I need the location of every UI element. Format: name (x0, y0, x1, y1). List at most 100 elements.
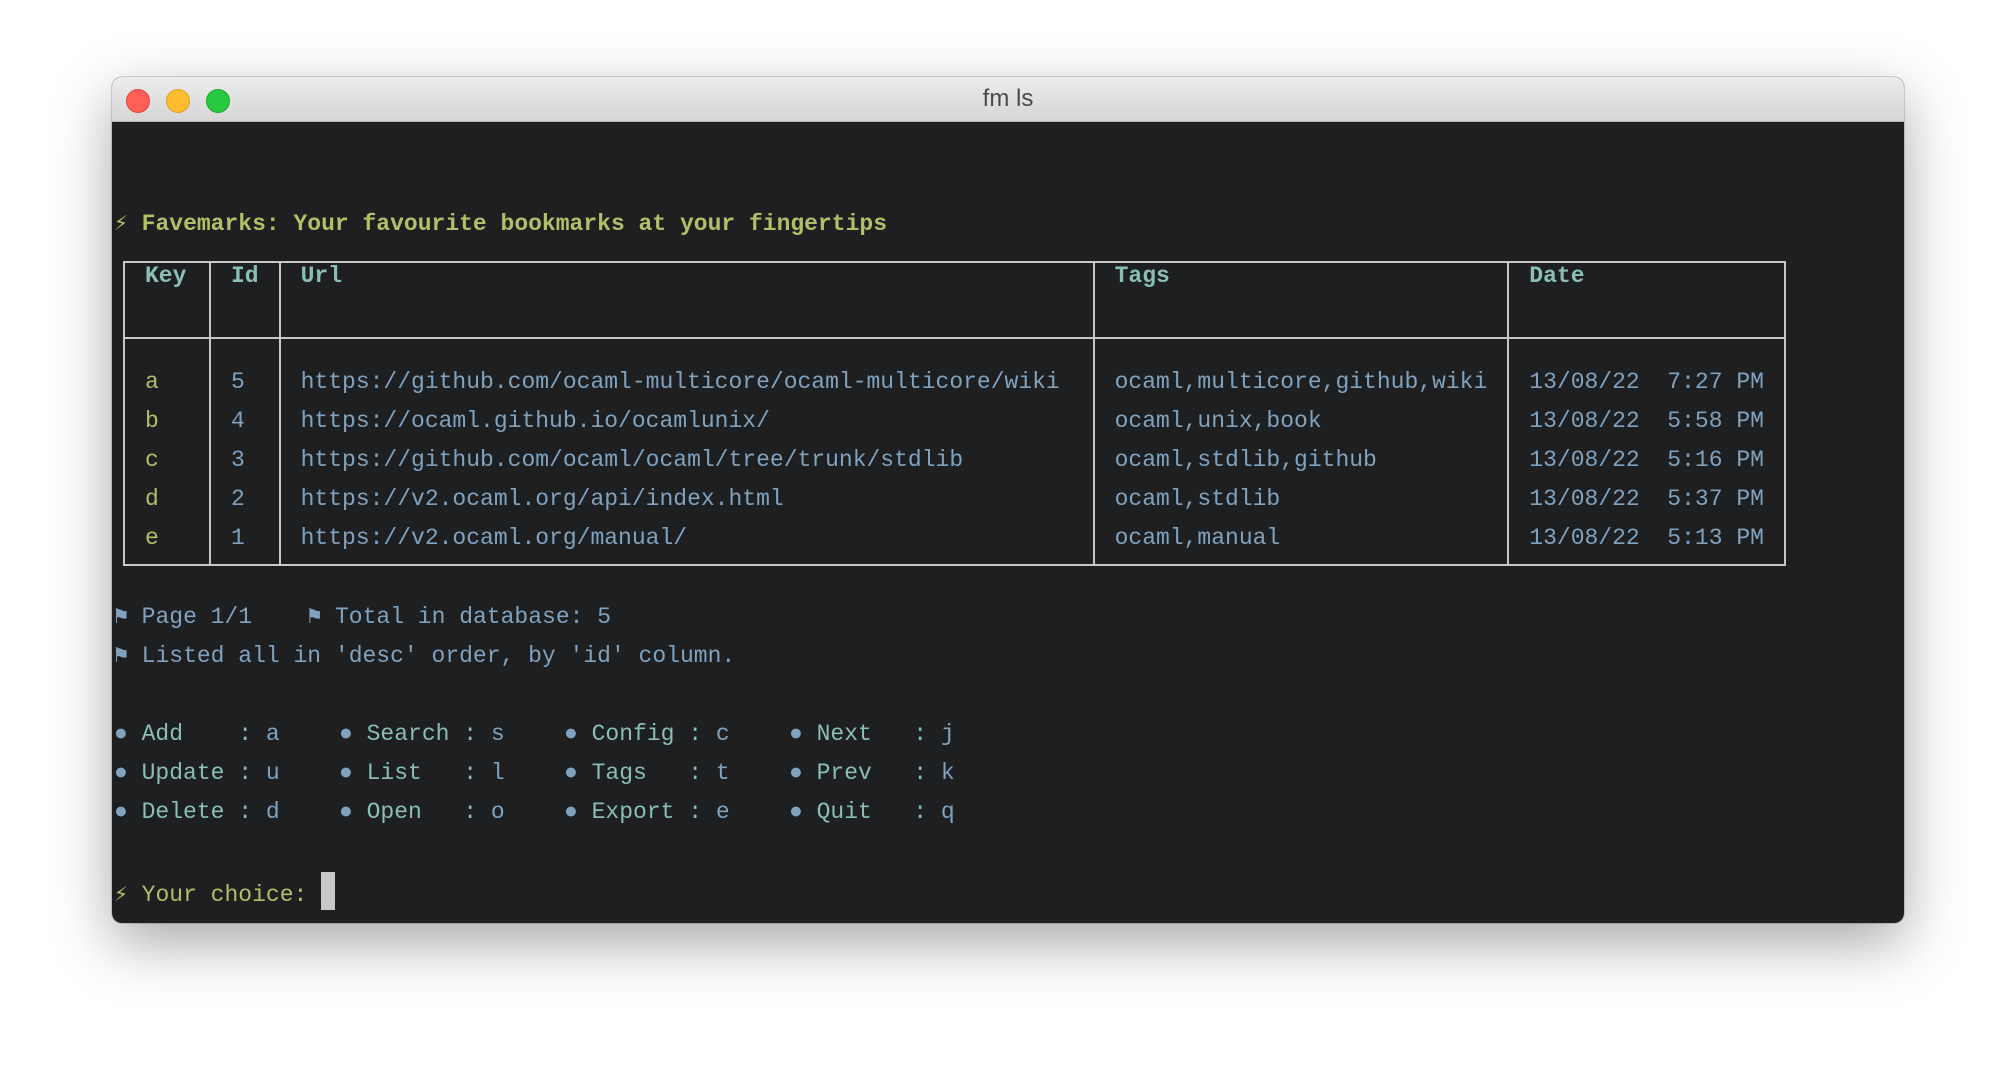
separator: : (224, 799, 266, 825)
cell-tags: ocaml,manual (1114, 525, 1281, 551)
cell-id: 1 (231, 525, 245, 551)
cell-date: 13/08/22 5:13 PM (1529, 525, 1764, 551)
cell-url[interactable]: https://v2.ocaml.org/manual/ (301, 519, 1073, 558)
flag-icon: ⚑ (307, 604, 322, 630)
menu-item[interactable]: ● Search : s (339, 715, 505, 754)
tags-column: ocaml,multicore,github,wiki ocaml,unix,bo… (1092, 337, 1510, 566)
cell-date: 13/08/22 5:16 PM (1529, 447, 1764, 473)
bullet-icon: ● (339, 760, 353, 786)
input-cursor[interactable] (321, 872, 336, 910)
menu-item[interactable]: ● Config : c (564, 715, 730, 754)
menu-label: Search (366, 721, 450, 747)
menu-label: Add (141, 721, 225, 747)
menu-shortcut: q (940, 799, 955, 825)
flag-icon: ⚑ (114, 643, 128, 669)
bullet-icon: ● (564, 799, 578, 825)
cell-url[interactable]: https://v2.ocaml.org/api/index.html (301, 480, 1073, 519)
menu-shortcut: t (715, 760, 730, 786)
column-header-key: Key (123, 261, 211, 339)
menu-item[interactable]: ● Prev : k (789, 754, 955, 793)
separator: : (899, 760, 941, 786)
bullet-icon: ● (789, 799, 803, 825)
key-column: abcde (123, 337, 211, 566)
cell-date: 13/08/22 5:58 PM (1529, 408, 1764, 434)
prompt-line: ⚡ Your choice: (114, 872, 336, 915)
menu-item[interactable]: ● Add : a (114, 715, 280, 754)
bullet-icon: ● (564, 721, 578, 747)
separator: : (674, 799, 716, 825)
menu-label: Open (366, 799, 450, 825)
bullet-icon: ● (789, 760, 803, 786)
lightning-bolt-icon: ⚡ (114, 882, 128, 908)
menu-label: Export (591, 799, 675, 825)
cell-id: 3 (231, 447, 245, 473)
menu-item[interactable]: ● Update : u (114, 754, 280, 793)
menu-item[interactable]: ● Tags : t (564, 754, 730, 793)
cell-key: a (145, 369, 159, 395)
menu-shortcut: a (265, 721, 280, 747)
separator: : (674, 721, 716, 747)
cell-tags: ocaml,unix,book (1114, 408, 1322, 434)
menu-item[interactable]: ● List : l (339, 754, 505, 793)
menu-item[interactable]: ● Quit : q (789, 793, 955, 832)
menu-label: Quit (816, 799, 900, 825)
cell-tags: ocaml,stdlib (1114, 486, 1281, 512)
bullet-icon: ● (789, 721, 803, 747)
cell-date: 13/08/22 5:37 PM (1529, 486, 1764, 512)
cell-key: e (145, 525, 159, 551)
menu-shortcut: k (940, 760, 955, 786)
cell-id: 5 (231, 369, 245, 395)
flag-icon: ⚑ (114, 604, 128, 630)
menu-shortcut: u (265, 760, 280, 786)
menu-label: Next (816, 721, 900, 747)
menu-item[interactable]: ● Delete : d (114, 793, 280, 832)
menu-shortcut: o (490, 799, 505, 825)
cell-url[interactable]: https://github.com/ocaml/ocaml/tree/trun… (301, 441, 1073, 480)
separator: : (674, 760, 716, 786)
column-header-tags: Tags (1092, 261, 1510, 339)
cell-url[interactable]: https://ocaml.github.io/ocamlunix/ (301, 402, 1073, 441)
bullet-icon: ● (339, 721, 353, 747)
menu-shortcut: e (715, 799, 730, 825)
cell-url[interactable]: https://github.com/ocaml-multicore/ocaml… (301, 363, 1073, 402)
page-indicator: Page 1/1 (141, 604, 253, 630)
column-header-date: Date (1507, 261, 1786, 339)
prompt-label: Your choice: (141, 882, 308, 908)
menu-item[interactable]: ● Export : e (564, 793, 730, 832)
lightning-bolt-icon: ⚡ (114, 211, 128, 237)
menu-label: Delete (141, 799, 225, 825)
cell-tags: ocaml,multicore,github,wiki (1114, 369, 1488, 395)
app-header: ⚡ Favemarks: Your favourite bookmarks at… (114, 205, 887, 244)
cell-date: 13/08/22 7:27 PM (1529, 369, 1764, 395)
menu-shortcut: j (940, 721, 955, 747)
column-header-id: Id (209, 261, 281, 339)
menu-label: Update (141, 760, 225, 786)
menu-label: Tags (591, 760, 675, 786)
menu-item[interactable]: ● Open : o (339, 793, 505, 832)
cell-tags: ocaml,stdlib,github (1114, 447, 1377, 473)
separator: : (449, 799, 491, 825)
cell-key: b (145, 408, 159, 434)
bullet-icon: ● (564, 760, 578, 786)
menu-label: Config (591, 721, 675, 747)
header-text: Favemarks: Your favourite bookmarks at y… (141, 211, 887, 237)
title-bar: fm ls (112, 77, 1904, 122)
window-title: fm ls (982, 85, 1034, 112)
separator: : (224, 760, 266, 786)
cell-id: 4 (231, 408, 245, 434)
menu-label: List (366, 760, 450, 786)
terminal-window: fm ls ⚡ Favemarks: Your favourite bookma… (112, 77, 1904, 923)
menu-shortcut: c (715, 721, 730, 747)
cell-key: c (145, 447, 159, 473)
table-body: abcde 5 4 3 2 1 https://github.com/ocaml-mul… (123, 337, 1786, 566)
listing-info: Listed all in 'desc' order, by 'id' colu… (141, 643, 736, 669)
id-column: 5 4 3 2 1 (209, 337, 281, 566)
separator: : (224, 721, 266, 747)
cell-id: 2 (231, 486, 245, 512)
menu-shortcut: l (490, 760, 505, 786)
bullet-icon: ● (114, 799, 128, 825)
menu-item[interactable]: ● Next : j (789, 715, 955, 754)
menu-shortcut: s (490, 721, 505, 747)
cell-key: d (145, 486, 159, 512)
menu-shortcut: d (265, 799, 280, 825)
